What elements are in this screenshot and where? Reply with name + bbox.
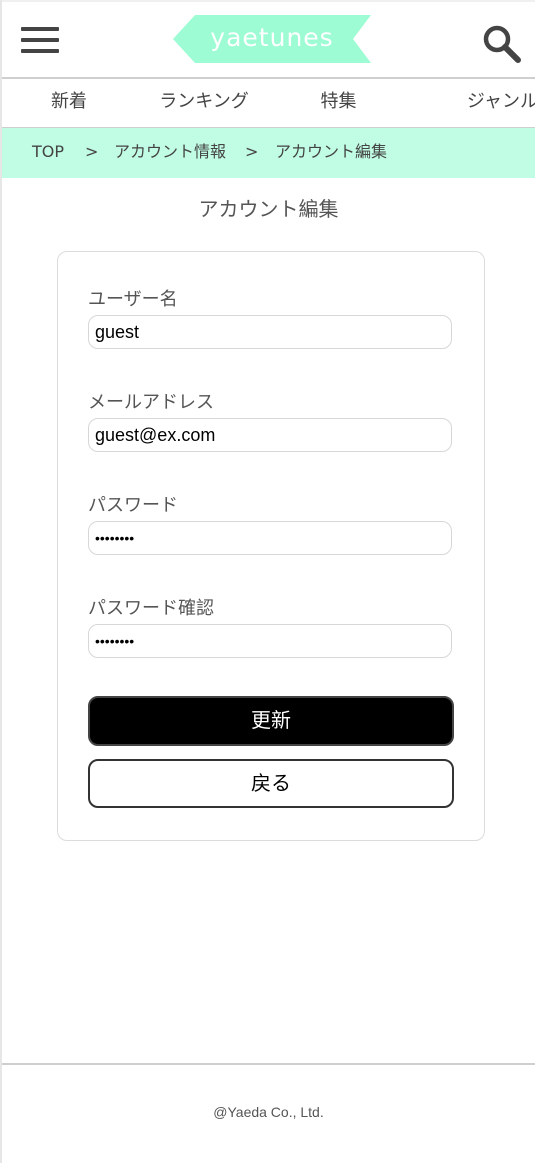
password-confirm-input[interactable]: [88, 624, 452, 658]
update-button[interactable]: 更新: [88, 696, 454, 746]
breadcrumb: TOP > アカウント情報 > アカウント編集: [2, 128, 535, 178]
nav-item-ranking[interactable]: ランキング: [136, 79, 272, 127]
page-title: アカウント編集: [198, 197, 339, 221]
logo-text: yaetunes: [210, 23, 334, 52]
breadcrumb-current: アカウント編集: [275, 142, 388, 161]
breadcrumb-account-info[interactable]: アカウント情報: [114, 128, 226, 176]
site-logo[interactable]: yaetunes: [173, 15, 371, 63]
nav-item-genre-label: ジャンル: [466, 91, 535, 112]
back-button[interactable]: 戻る: [88, 759, 454, 808]
site-header: yaetunes: [2, 2, 535, 77]
search-icon[interactable]: [482, 24, 522, 64]
password-input[interactable]: [88, 521, 452, 555]
nav-item-feature[interactable]: 特集: [272, 79, 405, 127]
password-label: パスワード: [88, 495, 178, 516]
email-input[interactable]: [88, 418, 452, 452]
breadcrumb-separator: >: [245, 142, 259, 161]
hamburger-menu-icon[interactable]: [21, 27, 59, 57]
username-input[interactable]: [88, 315, 452, 349]
footer-divider: [2, 1063, 535, 1065]
breadcrumb-top[interactable]: TOP: [32, 128, 64, 176]
breadcrumb-separator: >: [85, 142, 99, 161]
account-edit-form: ユーザー名 メールアドレス パスワード パスワード確認 更新 戻る: [57, 251, 485, 841]
username-label: ユーザー名: [88, 289, 178, 310]
nav-item-new[interactable]: 新着: [2, 79, 136, 127]
password-confirm-label: パスワード確認: [88, 598, 214, 619]
nav-item-genre[interactable]: ジャンル: [405, 79, 535, 127]
email-label: メールアドレス: [88, 392, 214, 413]
footer-copyright: @Yaeda Co., Ltd.: [213, 1104, 324, 1120]
main-nav: 新着 ランキング 特集 ジャンル: [2, 77, 535, 129]
